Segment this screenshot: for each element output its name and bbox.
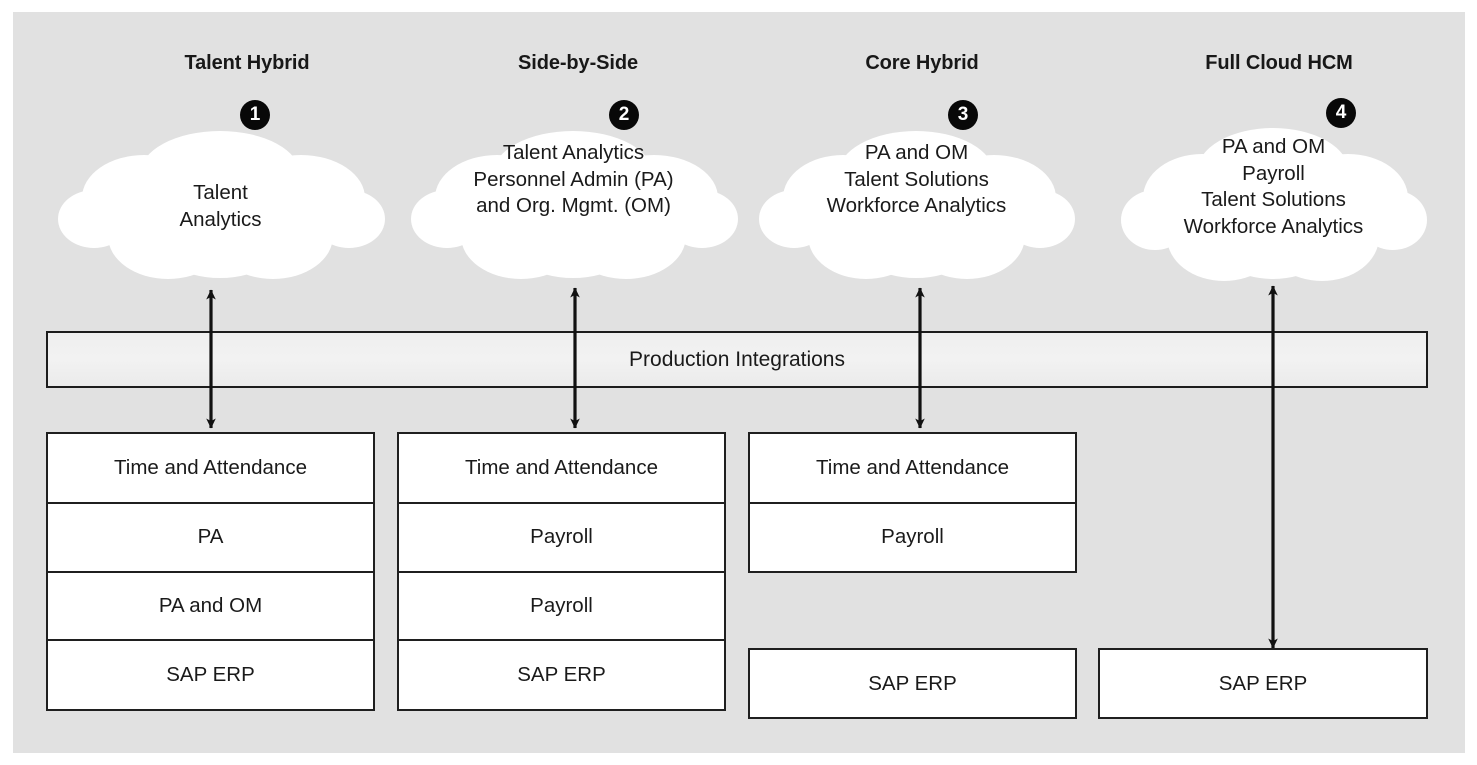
stack-box: Time and Attendance — [397, 432, 726, 504]
column-heading-core-hybrid: Core Hybrid — [865, 52, 979, 74]
badge-number-3: 3 — [948, 100, 978, 130]
badge-number-2: 2 — [609, 100, 639, 130]
cloud-side-by-side: Talent Analytics Personnel Admin (PA) an… — [411, 118, 738, 286]
cloud-text-block: PA and OM Talent Solutions Workforce Ana… — [760, 140, 1073, 220]
stack-box: Time and Attendance — [748, 432, 1077, 504]
cloud-full-cloud-hcm: PA and OM Payroll Talent Solutions Workf… — [1121, 116, 1427, 288]
stack-talent-hybrid: Time and Attendance PA PA and OM SAP ERP — [46, 432, 375, 712]
diagram-stage: Talent Hybrid Side-by-Side Core Hybrid F… — [0, 0, 1477, 765]
cloud-line: Analytics — [179, 207, 262, 231]
stack-box: Payroll — [397, 501, 726, 573]
cloud-text-block: Talent Analytics — [58, 180, 383, 233]
cloud-talent-hybrid: Talent Analytics — [58, 118, 385, 286]
column-heading-side-by-side: Side-by-Side — [518, 52, 638, 74]
column-heading-talent-hybrid: Talent Hybrid — [184, 52, 310, 74]
cloud-text-block: PA and OM Payroll Talent Solutions Workf… — [1122, 134, 1425, 240]
stack-box: SAP ERP — [46, 639, 375, 712]
column-heading-full-cloud-hcm: Full Cloud HCM — [1205, 52, 1353, 74]
stack-full-cloud-hcm: SAP ERP — [1098, 648, 1428, 719]
cloud-line: Talent Analytics — [502, 141, 645, 164]
stack-core-hybrid: Time and Attendance Payroll — [748, 432, 1077, 573]
stack-side-by-side: Time and Attendance Payroll Payroll SAP … — [397, 432, 726, 712]
cloud-core-hybrid: PA and OM Talent Solutions Workforce Ana… — [759, 118, 1075, 286]
badge-number-4: 4 — [1326, 98, 1356, 128]
cloud-text-block: Talent Analytics Personnel Admin (PA) an… — [411, 140, 736, 220]
cloud-line: Personnel Admin (PA) — [473, 167, 674, 191]
cloud-line: Talent — [193, 181, 248, 204]
stack-box: Time and Attendance — [46, 432, 375, 504]
cloud-line: Workforce Analytics — [1183, 214, 1364, 238]
production-integrations-label: Production Integrations — [629, 347, 845, 371]
stack-box: PA — [46, 501, 375, 573]
stack-box: SAP ERP — [748, 648, 1077, 719]
badge-number-1: 1 — [240, 100, 270, 130]
production-integrations-bar: Production Integrations — [46, 331, 1428, 388]
cloud-line: PA and OM — [864, 141, 969, 164]
cloud-line: PA and OM — [1221, 135, 1326, 158]
stack-box: PA and OM — [46, 570, 375, 642]
cloud-line: and Org. Mgmt. (OM) — [476, 194, 671, 217]
stack-core-hybrid-erp: SAP ERP — [748, 648, 1077, 719]
cloud-line: Talent Solutions — [1201, 188, 1346, 211]
stack-box: SAP ERP — [397, 639, 726, 712]
stack-box: Payroll — [748, 501, 1077, 573]
cloud-line: Talent Solutions — [844, 167, 989, 191]
stack-box: Payroll — [397, 570, 726, 642]
cloud-line: Payroll — [1242, 161, 1305, 185]
cloud-line: Workforce Analytics — [826, 194, 1007, 217]
stack-box: SAP ERP — [1098, 648, 1428, 719]
